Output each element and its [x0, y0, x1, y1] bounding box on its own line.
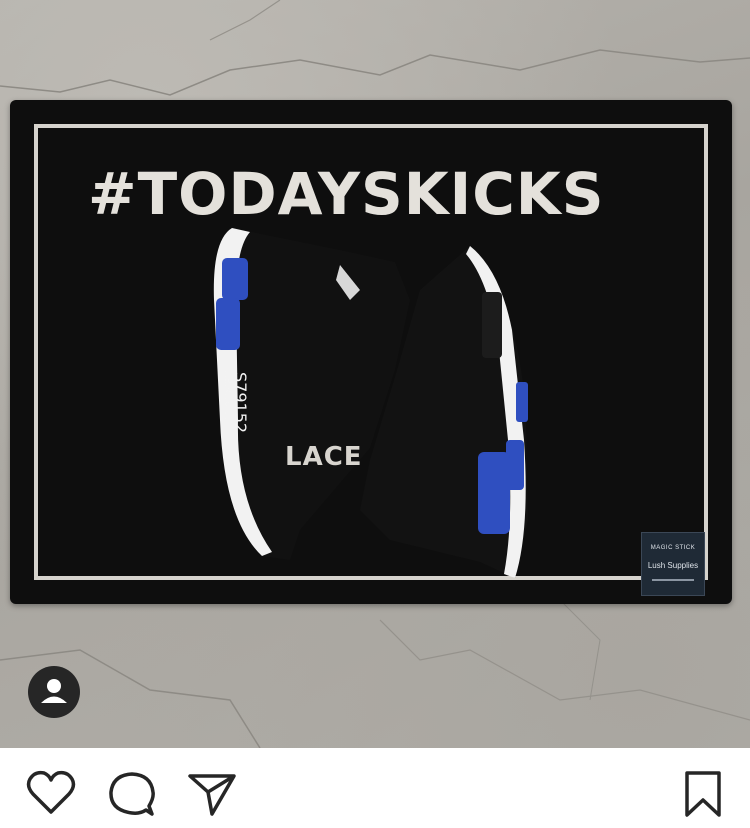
left-cage-bottom [216, 298, 240, 350]
left-cage-top [222, 258, 248, 300]
tag-line [652, 579, 694, 581]
mat-lace-text: LACE [285, 442, 363, 472]
comment-icon[interactable] [108, 770, 156, 818]
post-action-bar [0, 748, 750, 828]
bookmark-icon[interactable] [683, 770, 723, 818]
mat-brand-tag: MAGIC STICK Lush Supplies [641, 532, 705, 596]
sneakers [213, 228, 528, 578]
tagged-user-button[interactable] [28, 666, 80, 718]
tag-product: Lush Supplies [647, 561, 699, 570]
shoe-subcode-label: L.B.R.10.11 [222, 370, 232, 422]
tag-brand: MAGIC STICK [650, 545, 696, 551]
shoe-code-label: S79152 [231, 372, 250, 434]
right-cage-bottom [478, 452, 510, 534]
heart-icon[interactable] [26, 770, 76, 816]
post-photo[interactable]: #TODAYSKICKS LACE S79152 L.B.R.10.11 MAG… [0, 0, 750, 748]
user-icon [41, 679, 67, 703]
send-icon[interactable] [188, 772, 236, 816]
